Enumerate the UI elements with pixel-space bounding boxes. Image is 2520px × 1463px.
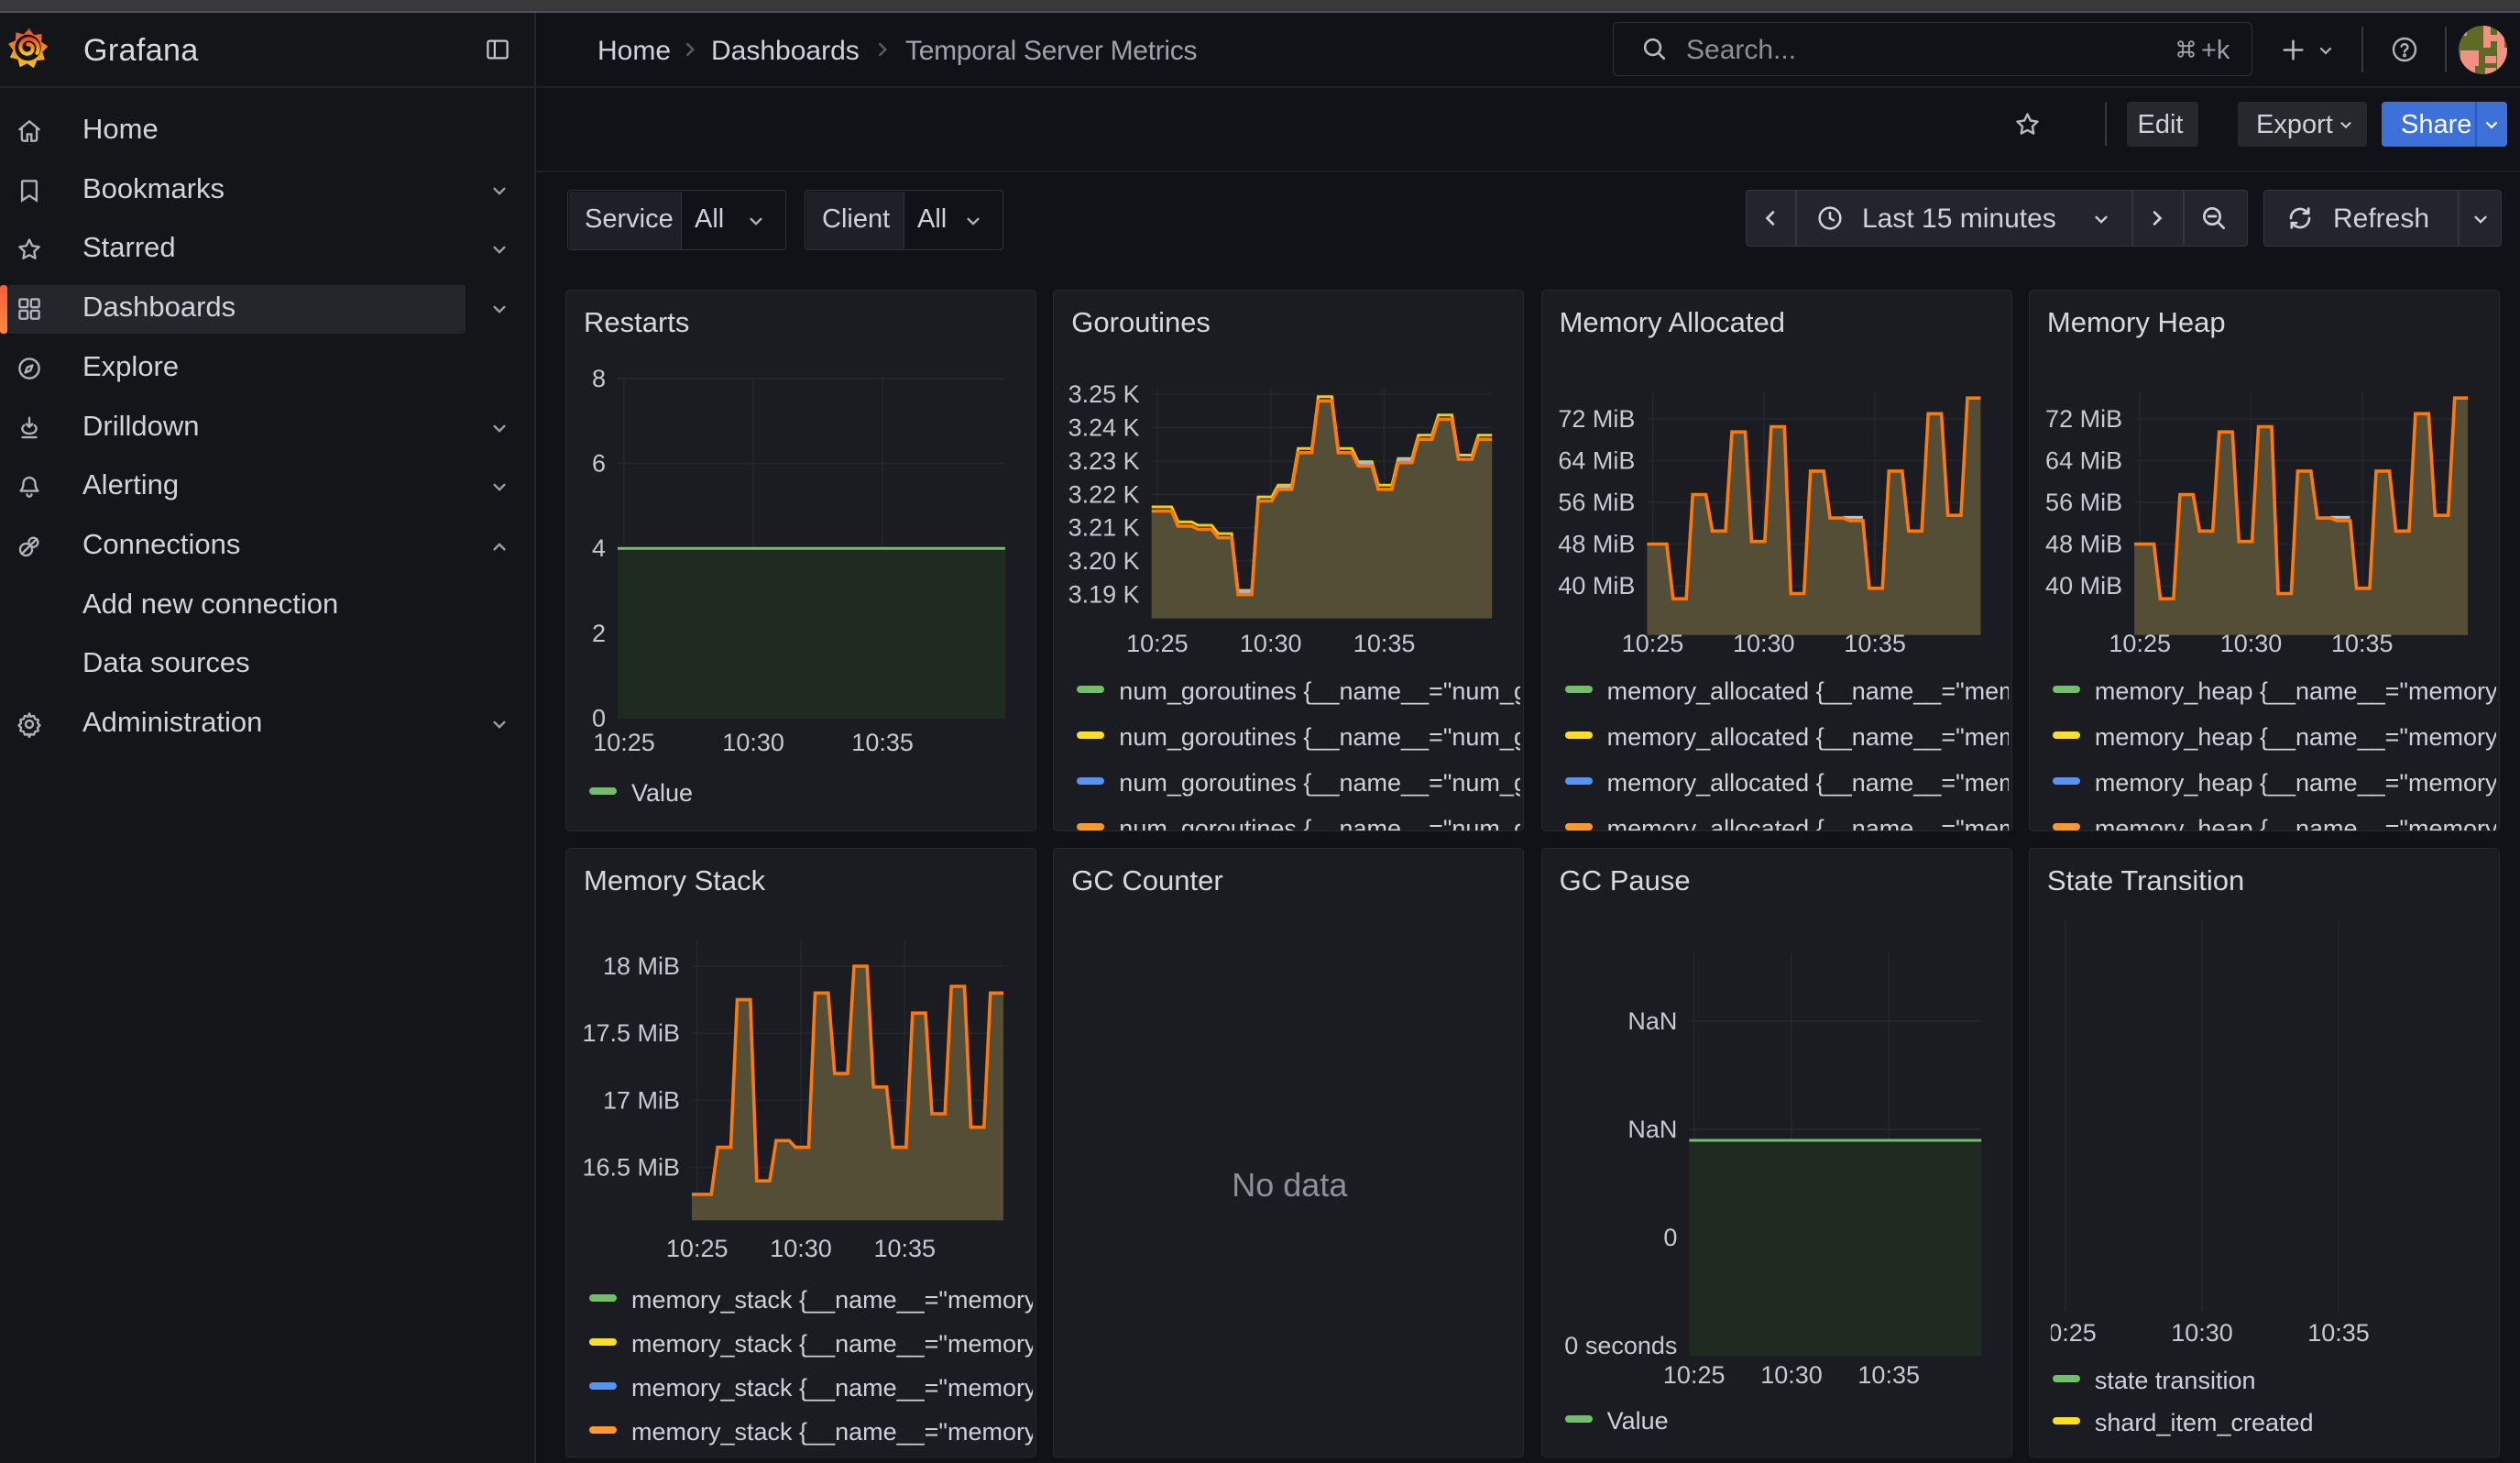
svg-text:3.22 K: 3.22 K bbox=[1068, 480, 1139, 508]
svg-text:10:30: 10:30 bbox=[770, 1235, 832, 1262]
svg-text:10:35: 10:35 bbox=[2308, 1319, 2371, 1347]
svg-text:2: 2 bbox=[591, 619, 605, 646]
svg-text:64 MiB: 64 MiB bbox=[2045, 446, 2122, 474]
svg-text:10:25: 10:25 bbox=[2035, 1319, 2098, 1347]
svg-text:10:35: 10:35 bbox=[2331, 630, 2394, 657]
svg-text:40 MiB: 40 MiB bbox=[1558, 572, 1635, 600]
svg-text:48 MiB: 48 MiB bbox=[1558, 530, 1635, 557]
svg-text:72 MiB: 72 MiB bbox=[2045, 405, 2122, 433]
svg-text:56 MiB: 56 MiB bbox=[2045, 489, 2122, 516]
svg-text:10:30: 10:30 bbox=[1760, 1361, 1823, 1389]
svg-text:3.21 K: 3.21 K bbox=[1068, 513, 1139, 541]
svg-text:6: 6 bbox=[591, 449, 605, 477]
svg-text:10:25: 10:25 bbox=[665, 1235, 728, 1262]
svg-text:16.5 MiB: 16.5 MiB bbox=[582, 1153, 680, 1181]
svg-text:10:30: 10:30 bbox=[1240, 630, 1302, 657]
svg-text:40 MiB: 40 MiB bbox=[2045, 572, 2122, 600]
svg-text:10:30: 10:30 bbox=[722, 729, 784, 756]
svg-text:72 MiB: 72 MiB bbox=[1558, 405, 1635, 433]
svg-text:10:30: 10:30 bbox=[2172, 1319, 2234, 1347]
svg-text:3.23 K: 3.23 K bbox=[1068, 446, 1139, 474]
svg-text:10:25: 10:25 bbox=[1622, 630, 1684, 657]
svg-text:4: 4 bbox=[591, 534, 605, 562]
svg-text:17.5 MiB: 17.5 MiB bbox=[582, 1019, 680, 1047]
svg-text:10:25: 10:25 bbox=[2109, 630, 2172, 657]
svg-text:10:30: 10:30 bbox=[2220, 630, 2283, 657]
svg-text:10:25: 10:25 bbox=[593, 729, 655, 756]
svg-text:10:35: 10:35 bbox=[851, 729, 914, 756]
svg-text:0: 0 bbox=[1663, 1224, 1677, 1251]
svg-text:10:30: 10:30 bbox=[1733, 630, 1795, 657]
svg-text:10:35: 10:35 bbox=[1353, 630, 1416, 657]
svg-text:10:35: 10:35 bbox=[1858, 1361, 1921, 1389]
svg-text:17 MiB: 17 MiB bbox=[602, 1086, 679, 1114]
svg-text:10:35: 10:35 bbox=[873, 1235, 936, 1262]
svg-text:10:35: 10:35 bbox=[1844, 630, 1906, 657]
svg-text:0 seconds: 0 seconds bbox=[1564, 1332, 1677, 1359]
svg-text:0: 0 bbox=[591, 704, 605, 732]
svg-text:3.25 K: 3.25 K bbox=[1068, 380, 1139, 408]
svg-text:56 MiB: 56 MiB bbox=[1558, 489, 1635, 516]
svg-text:3.20 K: 3.20 K bbox=[1068, 547, 1139, 575]
svg-text:10:25: 10:25 bbox=[1663, 1361, 1726, 1389]
svg-text:3.24 K: 3.24 K bbox=[1068, 413, 1139, 441]
svg-text:3.19 K: 3.19 K bbox=[1068, 580, 1139, 608]
svg-text:64 MiB: 64 MiB bbox=[1558, 446, 1635, 474]
svg-text:18 MiB: 18 MiB bbox=[602, 952, 679, 980]
svg-text:48 MiB: 48 MiB bbox=[2045, 530, 2122, 557]
svg-text:NaN: NaN bbox=[1627, 1007, 1677, 1035]
svg-text:8: 8 bbox=[591, 365, 605, 392]
svg-text:NaN: NaN bbox=[1627, 1116, 1677, 1143]
svg-text:10:25: 10:25 bbox=[1126, 630, 1189, 657]
